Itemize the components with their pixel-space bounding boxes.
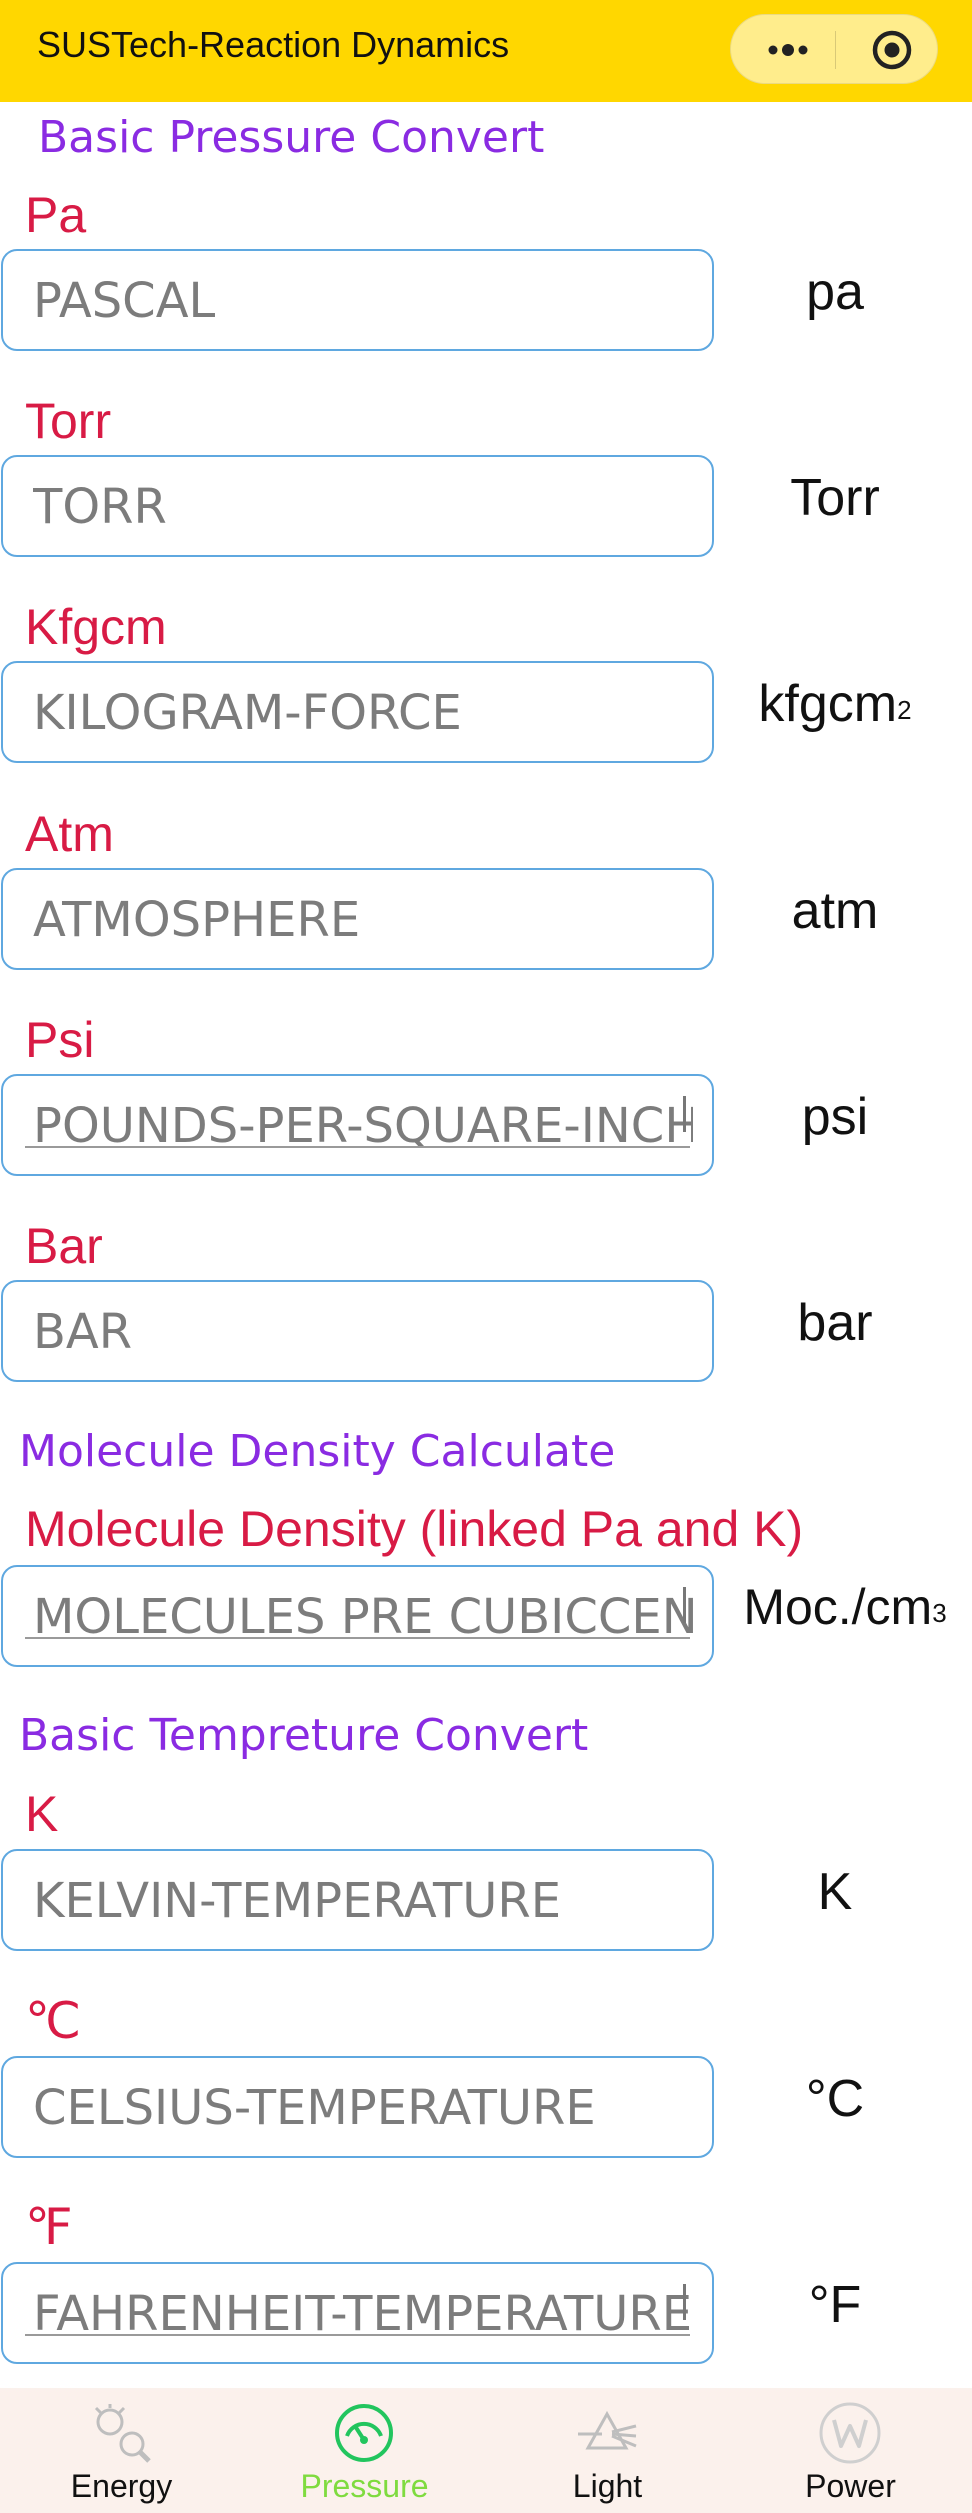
top-navigation-bar: SUSTech-Reaction Dynamics: [0, 0, 972, 102]
fahrenheit-input-underline: [25, 2334, 690, 2336]
tab-light-label: Light: [572, 2468, 643, 2504]
prism-light-icon: [578, 2410, 637, 2450]
tab-energy[interactable]: Energy: [0, 2388, 243, 2513]
unit-kfgcm-text: kfgcm: [758, 675, 898, 733]
unit-kfgcm-sup: 2: [897, 695, 912, 725]
psi-field[interactable]: [1, 1074, 714, 1176]
capsule-divider: [835, 31, 836, 69]
record-circle-icon[interactable]: [871, 29, 913, 71]
torr-input[interactable]: [33, 479, 693, 535]
label-fahrenheit: ℉: [25, 2199, 73, 2255]
section-title-temperature: Basic Tempreture Convert: [19, 1710, 589, 1761]
atm-field[interactable]: [1, 868, 714, 970]
section-title-pressure: Basic Pressure Convert: [38, 112, 545, 163]
bar-field[interactable]: [1, 1280, 714, 1382]
more-dots-icon[interactable]: [765, 37, 811, 63]
density-input-caret: [683, 1587, 686, 1623]
unit-psi: psi: [801, 1088, 869, 1146]
label-kelvin: K: [25, 1786, 59, 1842]
section-title-density: Molecule Density Calculate: [19, 1426, 616, 1477]
label-bar: Bar: [25, 1218, 103, 1274]
density-field[interactable]: [1, 1565, 714, 1667]
psi-input-underline: [25, 1146, 690, 1148]
label-atm: Atm: [25, 806, 114, 862]
unit-density: Moc./cm3: [710, 1578, 972, 1636]
bar-input[interactable]: [33, 1304, 693, 1360]
app-title: SUSTech-Reaction Dynamics: [37, 24, 510, 65]
unit-atm: atm: [791, 882, 879, 940]
fahrenheit-input-caret: [683, 2284, 686, 2320]
tab-energy-label: Energy: [70, 2468, 173, 2504]
unit-density-sup: 3: [932, 1598, 947, 1628]
mini-program-capsule: [730, 14, 938, 84]
unit-bar: bar: [797, 1294, 873, 1352]
tab-power-label: Power: [805, 2468, 896, 2504]
power-w-icon: [819, 2402, 881, 2464]
label-pa: Pa: [25, 187, 87, 243]
unit-kelvin: K: [817, 1863, 853, 1921]
celsius-field[interactable]: [1, 2056, 714, 2158]
kfgcm-input[interactable]: [33, 685, 693, 741]
torr-field[interactable]: [1, 455, 714, 557]
unit-torr: Torr: [790, 469, 880, 527]
fahrenheit-field[interactable]: [1, 2262, 714, 2364]
celsius-input[interactable]: [33, 2080, 693, 2136]
label-psi: Psi: [25, 1012, 95, 1068]
tab-light[interactable]: Light: [486, 2388, 729, 2513]
unit-kfgcm: kfgcm2: [700, 674, 970, 734]
label-celsius: ℃: [25, 1993, 82, 2049]
label-kfgcm: Kfgcm: [25, 599, 167, 655]
atm-input[interactable]: [33, 892, 693, 948]
tab-power[interactable]: Power: [729, 2388, 972, 2513]
psi-input-caret: [683, 1096, 686, 1132]
unit-celsius: °C: [805, 2070, 865, 2128]
unit-fahrenheit: °F: [808, 2276, 862, 2334]
energy-magnifier-icon: [94, 2404, 151, 2463]
label-torr: Torr: [25, 393, 112, 449]
unit-pa: pa: [806, 263, 864, 321]
kfgcm-field[interactable]: [1, 661, 714, 763]
pa-input[interactable]: [33, 273, 693, 329]
tab-pressure-label: Pressure: [300, 2468, 429, 2504]
kelvin-input[interactable]: [33, 1873, 693, 1929]
bottom-tab-bar: Energy Pressure Light Power: [0, 2388, 972, 2513]
kelvin-field[interactable]: [1, 1849, 714, 1951]
pressure-gauge-icon: [335, 2404, 393, 2462]
label-molecule-density: Molecule Density (linked Pa and K): [25, 1501, 804, 1557]
tab-pressure[interactable]: Pressure: [243, 2388, 486, 2513]
density-input-underline: [25, 1637, 690, 1639]
unit-density-text: Moc./cm: [743, 1579, 933, 1635]
pa-field[interactable]: [1, 249, 714, 351]
